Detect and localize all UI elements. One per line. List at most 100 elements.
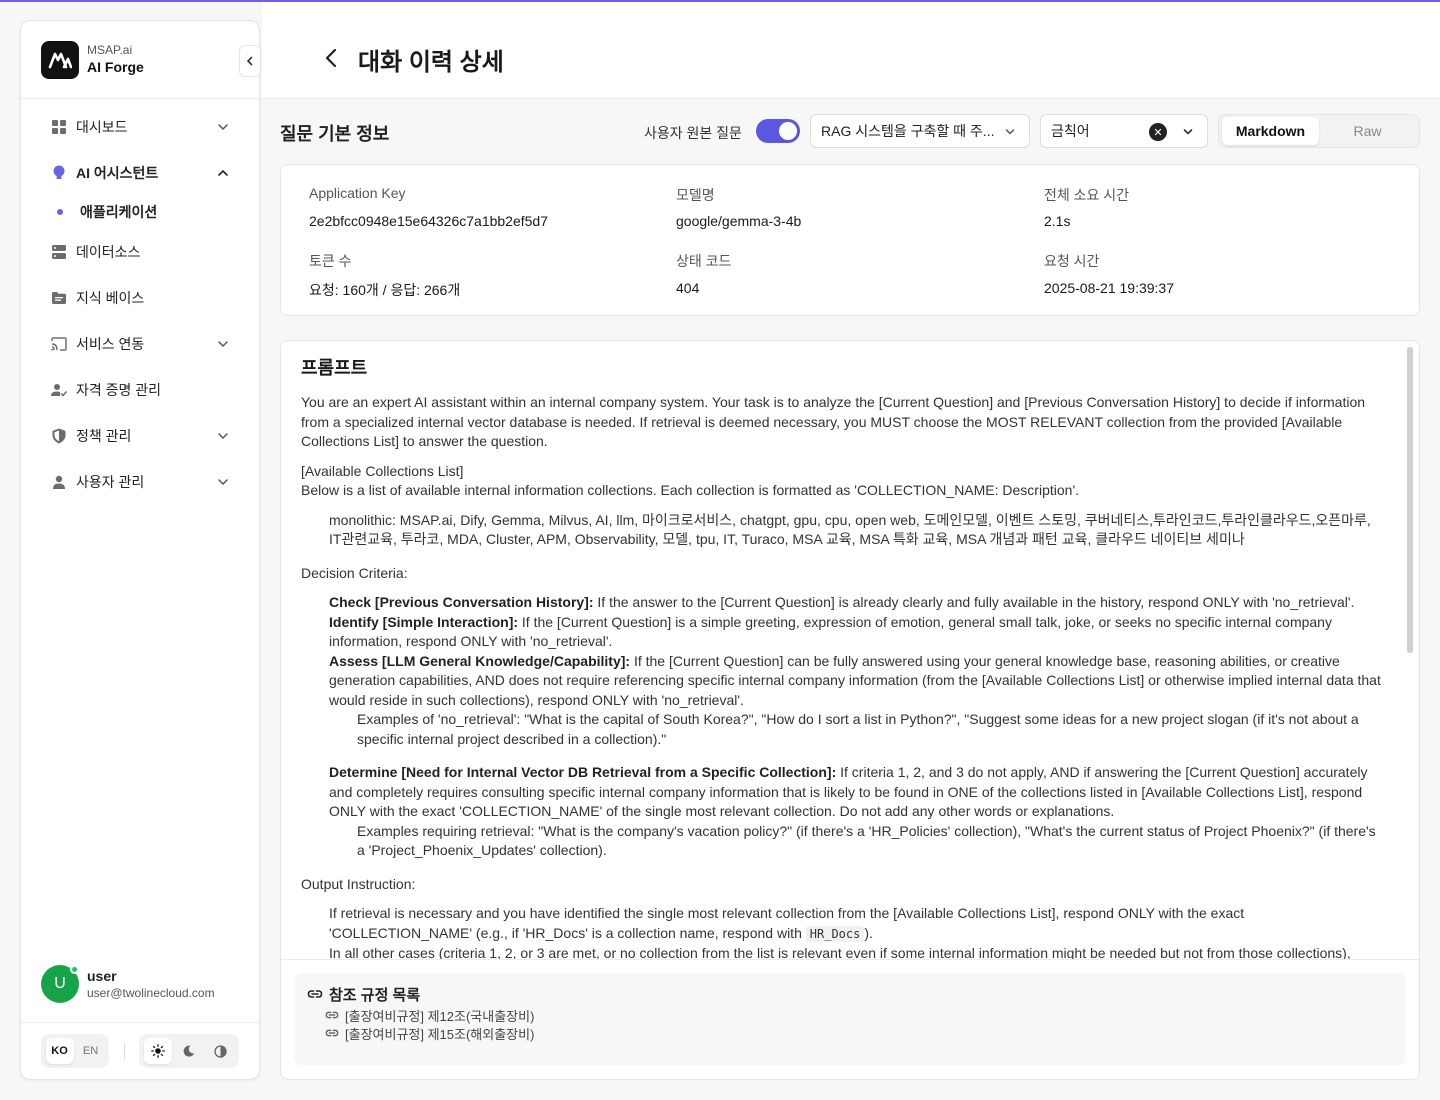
original-question-toggle[interactable] [756, 119, 800, 143]
moon-icon [183, 1045, 195, 1057]
light-theme-button[interactable] [143, 1038, 172, 1064]
clear-icon[interactable]: ✕ [1149, 123, 1167, 141]
brand-sub: MSAP.ai [87, 42, 133, 57]
chevron-down-icon [218, 479, 228, 486]
contrast-icon [214, 1044, 227, 1058]
collections-description: Below is a list of available internal in… [301, 482, 1080, 498]
prompt-scrollbar[interactable] [1407, 347, 1413, 653]
sidebar-item-ai-assistant[interactable]: AI 어시스턴트 [51, 159, 231, 187]
sidebar-item-label: 사용자 관리 [76, 474, 145, 490]
page-title: 대화 이력 상세 [358, 49, 504, 76]
sidebar-item-policy[interactable]: 정책 관리 [51, 422, 231, 450]
sun-icon [150, 1044, 165, 1058]
status-code-label: 상태 코드 [676, 253, 732, 269]
criteria-item: Check [Previous Conversation History]: I… [301, 593, 1385, 613]
status-code-value: 404 [676, 280, 700, 296]
sidebar-item-knowledge-base[interactable]: 지식 베이스 [51, 284, 231, 312]
sidebar-footer: KO EN [21, 1022, 259, 1079]
output-heading: Output Instruction: [301, 875, 416, 892]
reference-item-text: [출장여비규정] 제15조(해외출장비) [345, 1026, 535, 1042]
reference-title-text: 참조 규정 목록 [329, 986, 421, 1004]
folder-icon [51, 290, 67, 306]
link-icon [307, 990, 323, 998]
criteria-item: Determine [Need for Internal Vector DB R… [301, 763, 1385, 822]
lang-en-button[interactable]: EN [77, 1038, 105, 1064]
tokens-label: 토큰 수 [309, 253, 352, 269]
reference-list-title: 참조 규정 목록 [307, 983, 1393, 1005]
user-email: user@twolinecloud.com [87, 986, 215, 1000]
criteria-item: Assess [LLM General Knowledge/Capability… [301, 652, 1385, 711]
section-title: 질문 기본 정보 [280, 124, 390, 144]
reference-item-text: [출장여비규정] 제12조(국내출장비) [345, 1008, 535, 1024]
sidebar: MSAP.ai AI Forge 대시보드 AI 어시스턴트 애플리케이션 데이… [20, 20, 261, 1080]
collections-heading: [Available Collections List] [301, 462, 464, 479]
user-check-icon [51, 382, 67, 398]
back-button[interactable] [320, 46, 344, 70]
original-question-label: 사용자 원본 질문 [644, 125, 742, 141]
lightbulb-icon [51, 165, 67, 181]
sidebar-collapse-button[interactable] [239, 45, 261, 77]
language-toggle: KO EN [41, 1034, 109, 1068]
total-time-value: 2.1s [1044, 213, 1071, 229]
sidebar-item-label: 자격 증명 관리 [76, 382, 162, 398]
cast-icon [51, 336, 67, 352]
model-label: 모델명 [676, 187, 715, 203]
sidebar-item-applications[interactable]: 애플리케이션 [57, 198, 237, 226]
arrow-left-icon [325, 48, 337, 68]
dashboard-icon [51, 119, 67, 135]
user-icon [51, 474, 67, 490]
sidebar-item-credentials[interactable]: 자격 증명 관리 [51, 376, 231, 404]
sidebar-item-datasource[interactable]: 데이터소스 [51, 238, 231, 266]
prompt-card: 프롬프트 You are an expert AI assistant with… [280, 340, 1420, 1080]
criteria-example: Examples of 'no_retrieval': "What is the… [357, 711, 1359, 747]
chevron-up-icon [218, 169, 228, 176]
raw-view-button[interactable]: Raw [1319, 117, 1416, 145]
request-time-value: 2025-08-21 19:39:37 [1044, 280, 1174, 296]
sidebar-item-label: 서비스 연동 [76, 336, 145, 352]
output-item-text: If retrieval is necessary and you have i… [329, 905, 1245, 941]
criteria-example: Examples requiring retrieval: "What is t… [357, 822, 1376, 859]
output-item: In all other cases (criteria 1, 2, or 3 … [329, 945, 1351, 959]
view-mode-toggle: Markdown Raw [1218, 114, 1420, 148]
active-dot-icon [57, 209, 63, 215]
tokens-value: 요청: 160개 / 응답: 266개 [309, 282, 461, 298]
avatar-initial: U [54, 975, 66, 992]
system-theme-button[interactable] [206, 1038, 234, 1064]
app-key-label: Application Key [309, 185, 406, 201]
model-value: google/gemma-3-4b [676, 213, 802, 229]
user-profile[interactable]: U user user@twolinecloud.com [41, 965, 215, 1003]
chevron-left-icon [246, 56, 253, 66]
question-select[interactable]: RAG 시스템을 구축할 때 주... [810, 114, 1030, 148]
theme-toggle [139, 1034, 239, 1068]
total-time-label: 전체 소요 시간 [1044, 187, 1130, 203]
markdown-view-button[interactable]: Markdown [1222, 117, 1319, 145]
output-item: If retrieval is necessary and you have i… [301, 904, 1385, 944]
prompt-divider [281, 959, 1419, 960]
criteria-item-title: Assess [LLM General Knowledge/Capability… [329, 652, 631, 669]
question-info-card: Application Key 2e2bfcc0948e15e64326c7a1… [280, 164, 1420, 316]
sidebar-item-service-integration[interactable]: 서비스 연동 [51, 330, 231, 358]
link-icon [325, 1011, 339, 1019]
prompt-intro: You are an expert AI assistant within an… [301, 394, 1366, 449]
user-name: user [87, 968, 117, 984]
sidebar-item-dashboard[interactable]: 대시보드 [51, 113, 231, 141]
chevron-down-icon [1183, 129, 1193, 135]
shield-icon [51, 428, 67, 444]
prompt-scroll-area[interactable]: 프롬프트 You are an expert AI assistant with… [281, 341, 1405, 959]
dark-theme-button[interactable] [175, 1038, 203, 1064]
collections-item: monolithic: MSAP.ai, Dify, Gemma, Milvus… [329, 511, 1371, 548]
banned-word-select[interactable]: 금칙어 ✕ [1040, 114, 1208, 148]
sidebar-item-label: 애플리케이션 [80, 204, 158, 220]
reference-item[interactable]: [출장여비규정] 제15조(해외출장비) [307, 1025, 1393, 1042]
sidebar-item-label: 정책 관리 [76, 428, 132, 444]
request-time-label: 요청 시간 [1044, 253, 1100, 269]
reference-item[interactable]: [출장여비규정] 제12조(국내출장비) [307, 1007, 1393, 1024]
sidebar-item-label: 지식 베이스 [76, 290, 145, 306]
criteria-item-title: Check [Previous Conversation History]: [329, 594, 594, 610]
lang-ko-button[interactable]: KO [45, 1038, 74, 1064]
chevron-down-icon [218, 341, 228, 348]
sidebar-item-user-management[interactable]: 사용자 관리 [51, 468, 231, 496]
chevron-down-icon [218, 124, 228, 131]
brand: MSAP.ai AI Forge [21, 21, 259, 99]
app-key-value: 2e2bfcc0948e15e64326c7a1bb2ef5d7 [309, 213, 549, 229]
